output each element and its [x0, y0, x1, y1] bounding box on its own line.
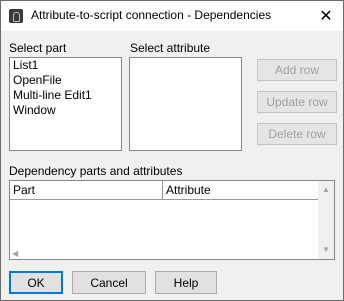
dependencies-label: Dependency parts and attributes [9, 164, 183, 178]
list-item-part[interactable]: Window [10, 103, 121, 118]
select-part-label: Select part [9, 41, 67, 55]
list-item-part[interactable]: List1 [10, 58, 121, 73]
ok-button[interactable]: OK [9, 271, 63, 294]
column-header-attribute[interactable]: Attribute [163, 181, 320, 199]
select-part-list[interactable]: List1 OpenFile Multi-line Edit1 Window [9, 57, 122, 151]
vertical-scrollbar[interactable]: ▲ ▼ [318, 181, 334, 259]
list-item-part[interactable]: Multi-line Edit1 [10, 88, 121, 103]
dependencies-grid[interactable]: Part Attribute ▲ ▼ ◀ [9, 180, 335, 260]
dependencies-dialog: Attribute-to-script connection - Depende… [0, 0, 344, 301]
add-row-button[interactable]: Add row [257, 59, 337, 81]
cancel-button[interactable]: Cancel [72, 271, 146, 294]
close-button[interactable]: ✕ [309, 1, 343, 31]
scroll-up-icon[interactable]: ▲ [322, 185, 330, 194]
select-attribute-label: Select attribute [130, 41, 211, 55]
title-bar: Attribute-to-script connection - Depende… [1, 1, 343, 31]
list-item-part[interactable]: OpenFile [10, 73, 121, 88]
column-header-part[interactable]: Part [10, 181, 163, 199]
select-attribute-list[interactable] [129, 57, 242, 151]
update-row-button[interactable]: Update row [257, 91, 337, 113]
app-icon [9, 9, 23, 23]
delete-row-button[interactable]: Delete row [257, 123, 337, 145]
scroll-down-icon[interactable]: ▼ [322, 245, 330, 254]
scroll-left-icon[interactable]: ◀ [12, 249, 18, 258]
help-button[interactable]: Help [155, 271, 217, 294]
window-title: Attribute-to-script connection - Depende… [31, 8, 272, 22]
grid-header: Part Attribute [10, 181, 320, 200]
